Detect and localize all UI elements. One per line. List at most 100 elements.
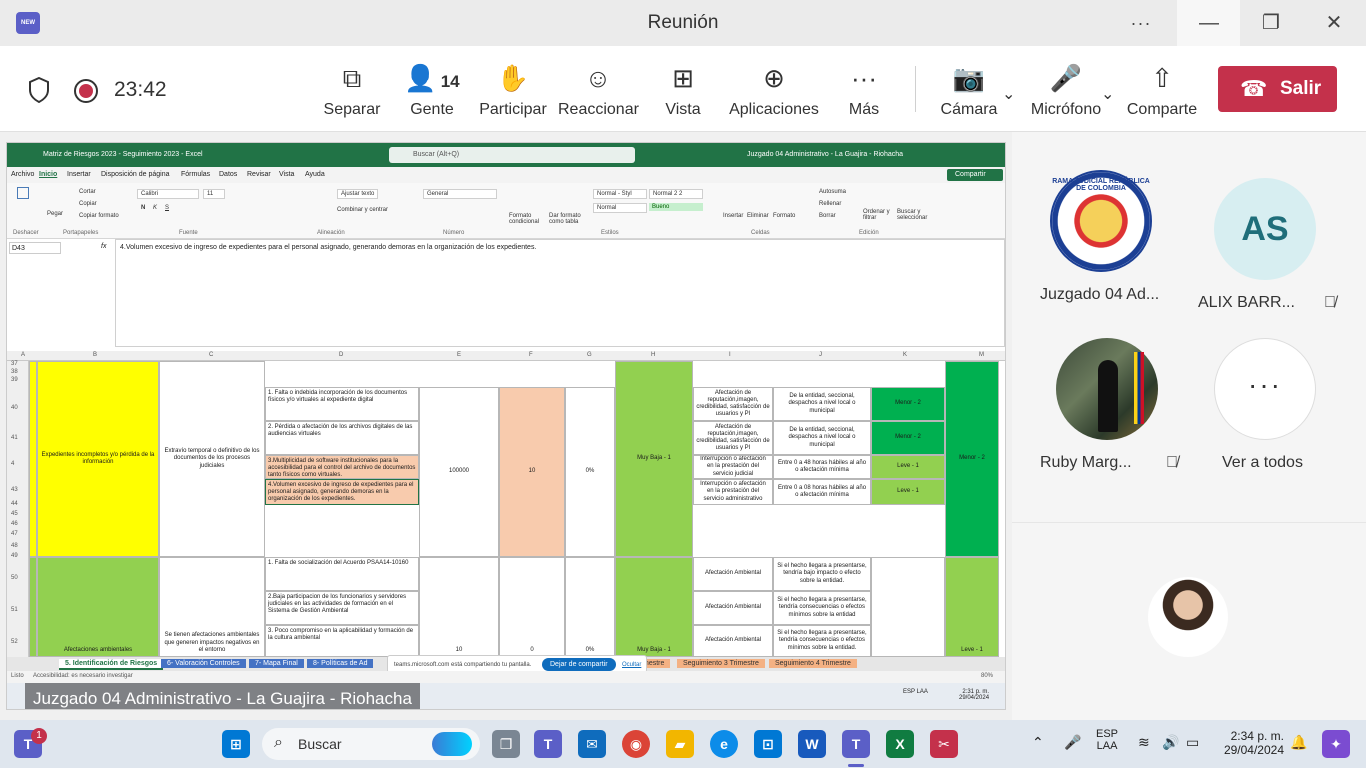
- col-c[interactable]: C: [209, 352, 213, 358]
- underline-icon[interactable]: S: [165, 205, 169, 211]
- cell-d-cause2[interactable]: 2. Pérdida o afectación de los archivos …: [265, 421, 419, 455]
- row-header[interactable]: 51: [11, 607, 18, 613]
- mail-icon[interactable]: ✉: [578, 730, 606, 758]
- cut-button[interactable]: Cortar: [79, 189, 96, 195]
- col-h[interactable]: H: [651, 352, 655, 358]
- cell-a-risk2[interactable]: [29, 557, 37, 657]
- row-header[interactable]: 38: [11, 369, 18, 375]
- format-painter-button[interactable]: Copiar formato: [79, 213, 119, 219]
- close-button[interactable]: ✕: [1311, 8, 1357, 38]
- participant-tile-ruby[interactable]: Ruby Marg... 🎙̸: [1040, 338, 1190, 488]
- file-explorer-icon[interactable]: ▰: [666, 730, 694, 758]
- react-button[interactable]: ☺ Reaccionar: [558, 46, 639, 132]
- format-as-table-button[interactable]: Dar formato como tabla: [549, 213, 589, 225]
- cell-i-impact3[interactable]: Interrupción o afectación en la prestaci…: [693, 455, 773, 479]
- cell-j-desc2[interactable]: De la entidad, seccional, despachos a ni…: [773, 421, 871, 455]
- row-header[interactable]: 44: [11, 501, 18, 507]
- col-i[interactable]: I: [729, 352, 731, 358]
- undo-icon[interactable]: [17, 187, 29, 199]
- cell-g-risk1[interactable]: 0%: [565, 387, 615, 557]
- menu-ayuda[interactable]: Ayuda: [305, 171, 325, 178]
- font-name-select[interactable]: Calibri: [137, 189, 199, 199]
- menu-inicio[interactable]: Inicio: [39, 171, 57, 178]
- maximize-button[interactable]: ❐: [1248, 8, 1294, 38]
- chrome-icon[interactable]: ◉: [622, 730, 650, 758]
- taskbar-search-box[interactable]: ⌕ Buscar: [262, 728, 480, 760]
- row-header[interactable]: 49: [11, 553, 18, 559]
- cell-k-level1[interactable]: Menor - 2: [871, 387, 945, 421]
- col-a[interactable]: A: [21, 352, 25, 358]
- cell-j-desc4[interactable]: Entre 0 a 08 horas hábiles al año o afec…: [773, 479, 871, 505]
- menu-revisar[interactable]: Revisar: [247, 171, 271, 178]
- paste-button[interactable]: Pegar: [47, 211, 63, 217]
- col-k[interactable]: K: [903, 352, 907, 358]
- cell-e-risk1[interactable]: 100000: [419, 387, 499, 557]
- volume-icon[interactable]: 🔊: [1162, 734, 1179, 751]
- cell-i-impact1[interactable]: Afectación de reputación,imagen, credibi…: [693, 387, 773, 421]
- camera-button[interactable]: 📷 Cámara: [938, 46, 1000, 132]
- col-e[interactable]: E: [457, 352, 461, 358]
- merge-center-button[interactable]: Combinar y centrar: [337, 207, 388, 213]
- notifications-bell-icon[interactable]: 🔔: [1290, 734, 1307, 751]
- row-header[interactable]: 50: [11, 575, 18, 581]
- cell-k-level2[interactable]: Menor - 2: [871, 421, 945, 455]
- conditional-format-button[interactable]: Formato condicional: [509, 213, 545, 225]
- col-g[interactable]: G: [587, 352, 592, 358]
- cell-k-risk2[interactable]: [871, 557, 945, 657]
- pop-out-button[interactable]: ⧉ Separar: [320, 46, 384, 132]
- wifi-icon[interactable]: ≋: [1138, 734, 1150, 751]
- menu-insertar[interactable]: Insertar: [67, 171, 91, 178]
- teams-app-icon[interactable]: T: [534, 730, 562, 758]
- find-select-button[interactable]: Buscar y seleccionar: [897, 209, 935, 221]
- cell-c-risk2[interactable]: Se tienen afectaciones ambientales que g…: [159, 557, 265, 657]
- cell-f-risk2[interactable]: 0: [499, 557, 565, 657]
- participant-tile-juzgado[interactable]: RAMA JUDICIAL REPÚBLICA DE COLOMBIA Juzg…: [1040, 170, 1166, 320]
- copy-button[interactable]: Copiar: [79, 201, 97, 207]
- camera-options-chevron-icon[interactable]: ⌄: [1002, 84, 1015, 104]
- row-header[interactable]: 41: [11, 435, 18, 441]
- menu-archivo[interactable]: Archivo: [11, 171, 34, 178]
- cell-a-risk1[interactable]: [29, 361, 37, 557]
- zoom-level[interactable]: 80%: [981, 673, 993, 679]
- cell-d-cause1[interactable]: 1. Falta o indebida incorporación de los…: [265, 387, 419, 421]
- function-icon[interactable]: fx: [101, 243, 106, 250]
- show-hidden-icons-chevron-icon[interactable]: ⌃: [1032, 734, 1044, 751]
- name-box[interactable]: D43: [9, 242, 61, 254]
- tab-mapa-final[interactable]: 7- Mapa Final: [249, 659, 304, 668]
- menu-formulas[interactable]: Fórmulas: [181, 171, 210, 178]
- cell-i-impact5[interactable]: Afectación Ambiental: [693, 557, 773, 591]
- row-header[interactable]: 46: [11, 521, 18, 527]
- style-normal[interactable]: Normal: [593, 203, 647, 213]
- cell-g-risk2[interactable]: 0%: [565, 557, 615, 657]
- tab-seguimiento-4[interactable]: Seguimiento 4 Trimestre: [769, 659, 857, 668]
- windows-start-icon[interactable]: ⊞: [222, 730, 250, 758]
- cell-k-level4[interactable]: Leve - 1: [871, 479, 945, 505]
- excel-search-box[interactable]: Buscar (Alt+Q): [389, 147, 635, 163]
- wrap-text-button[interactable]: Ajustar texto: [337, 189, 379, 199]
- cell-d-cause4-selected[interactable]: 4.Volumen excesivo de ingreso de expedie…: [265, 479, 419, 505]
- participant-tile-alix[interactable]: AS ALIX BARR... 🎙̸: [1198, 178, 1348, 328]
- cell-f-risk1[interactable]: 10: [499, 387, 565, 557]
- row-header[interactable]: 48: [11, 543, 18, 549]
- cell-m-risk2[interactable]: Leve - 1: [945, 557, 999, 657]
- shield-icon[interactable]: [28, 77, 50, 103]
- autosum-button[interactable]: Autosuma: [819, 189, 846, 195]
- cell-b-risk1[interactable]: Expedientes incompletos y/o pérdida de l…: [37, 361, 159, 557]
- row-header[interactable]: 45: [11, 511, 18, 517]
- cell-j-desc6[interactable]: Si el hecho llegara a presentarse, tendr…: [773, 591, 871, 625]
- tab-politicas[interactable]: 8- Políticas de Ad: [307, 659, 374, 668]
- sort-filter-button[interactable]: Ordenar y filtrar: [863, 209, 893, 221]
- mic-options-chevron-icon[interactable]: ⌄: [1101, 84, 1114, 104]
- row-header[interactable]: 37: [11, 361, 18, 367]
- cell-i-impact6[interactable]: Afectación Ambiental: [693, 591, 773, 625]
- cell-k-level3[interactable]: Leve - 1: [871, 455, 945, 479]
- bold-icon[interactable]: N: [141, 205, 145, 211]
- cell-c-risk1[interactable]: Extravío temporal o definitivo de los do…: [159, 361, 265, 557]
- tab-identificacion-riesgos[interactable]: 5. Identificación de Riesgos: [59, 659, 164, 670]
- stop-sharing-button[interactable]: Dejar de compartir: [542, 658, 616, 671]
- row-header[interactable]: 39: [11, 377, 18, 383]
- tab-valoracion-controles[interactable]: 6- Valoración Controles: [161, 659, 246, 668]
- cell-h-risk2[interactable]: Muy Baja - 1: [615, 557, 693, 657]
- cell-i-impact7[interactable]: Afectación Ambiental: [693, 625, 773, 657]
- people-button[interactable]: 👤 14 Gente: [400, 46, 464, 132]
